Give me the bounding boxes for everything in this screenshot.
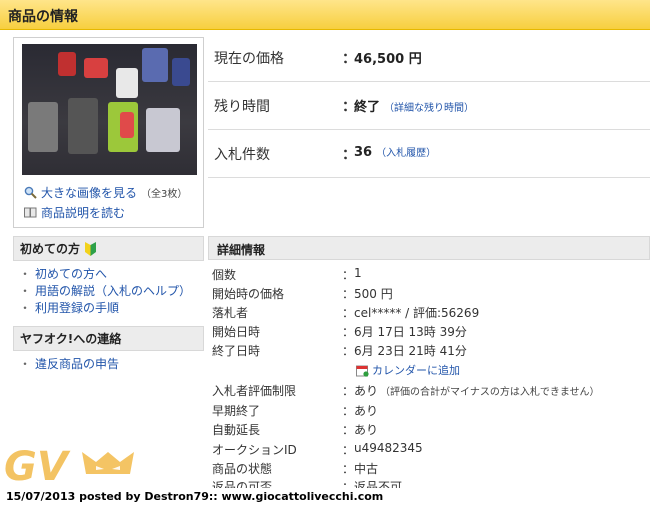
sidebar-item-label: 利用登録の手順 [35, 301, 120, 315]
current-price-row: 現在の価格 ： 46,500 円 [208, 34, 650, 82]
detail-row-start-time: 開始日時： 6月 17日 13時 39分 [212, 325, 467, 339]
detail-row-early-end: 早期終了：あり [212, 404, 379, 418]
detail-label: 開始日時 [212, 325, 261, 339]
detail-row-bidder-rating: 入札者評価制限：あり （評価の合計がマイナスの方は入札できません） [212, 384, 600, 398]
detail-row-returns: 返品の可否：返品不可 [212, 478, 650, 488]
book-icon [24, 207, 37, 218]
read-description-label: 商品説明を読む [41, 206, 126, 220]
section-header: 商品の情報 [0, 0, 650, 30]
calendar-icon [356, 365, 369, 377]
add-to-calendar-link[interactable]: カレンダーに追加 [356, 362, 460, 378]
time-left-label: 残り時間 [214, 99, 270, 115]
read-description-link[interactable]: 商品説明を読む [24, 204, 125, 221]
sidebar-item-beginners-guide[interactable]: ・初めての方へ [19, 265, 204, 282]
detail-value: あり [354, 384, 379, 398]
current-price-value: 46,500 円 [354, 52, 422, 67]
sidebar-item-label: 用語の解説（入札のヘルプ） [35, 284, 192, 298]
contact-title: ヤフオク!への連絡 [20, 332, 122, 346]
contact-section: ヤフオク!への連絡 ・違反商品の申告 [13, 326, 204, 372]
details-title: 詳細情報 [217, 243, 266, 257]
detail-value: 6月 17日 13時 39分 [354, 325, 467, 339]
watermark-text: GV [4, 444, 71, 490]
detail-row-auction-id: オークションID： u49482345 [212, 441, 423, 457]
detail-row-start-price: 開始時の価格： 500 円 [212, 287, 393, 301]
image-count: （全3枚） [141, 189, 188, 200]
detail-row-winner: 落札者： cel***** / 評価:56269 [212, 304, 480, 321]
beginners-title: 初めての方 [20, 242, 81, 256]
detail-label: 落札者 [212, 306, 249, 320]
detail-row-quantity: 個数： 1 [212, 266, 362, 282]
detail-value: u49482345 [354, 441, 423, 455]
item-photo[interactable] [22, 44, 197, 175]
time-left-value: 終了 [354, 100, 381, 115]
detail-row-condition: 商品の状態：中古 [212, 462, 379, 476]
detail-label: 入札者評価制限 [212, 384, 297, 398]
bid-count-value: 36 [354, 145, 373, 160]
bid-count-label: 入札件数 [214, 147, 270, 163]
bid-history-link[interactable]: （入札履歴） [376, 148, 436, 159]
details-header: 詳細情報 [208, 236, 650, 260]
photo-box: 大きな画像を見る （全3枚） 商品説明を読む [13, 37, 204, 228]
detail-value: あり [354, 423, 379, 437]
detail-row-auto-extend: 自動延長：あり [212, 423, 379, 437]
detail-label: 商品の状態 [212, 462, 273, 476]
footer-credit: 15/07/2013 posted by Destron79:: www.gio… [6, 490, 384, 503]
detail-label: 終了日時 [212, 344, 261, 358]
detail-value: 返品不可 [354, 480, 403, 488]
detail-label: 自動延長 [212, 423, 261, 437]
detail-label: 個数 [212, 268, 237, 282]
current-price-label: 現在の価格 [214, 51, 284, 67]
sidebar-item-report-violation[interactable]: ・違反商品の申告 [19, 355, 204, 372]
detail-value: 1 [354, 266, 362, 280]
contact-header: ヤフオク!への連絡 [13, 326, 204, 351]
detail-value: 6月 23日 21時 41分 [354, 344, 467, 358]
sidebar-item-glossary[interactable]: ・用語の解説（入札のヘルプ） [19, 282, 204, 299]
sidebar-item-label: 違反商品の申告 [35, 357, 120, 371]
bid-count-row: 入札件数 ： 36 （入札履歴） [208, 130, 650, 178]
detail-label: 返品の可否 [212, 480, 273, 488]
sidebar-item-registration[interactable]: ・利用登録の手順 [19, 299, 204, 316]
detail-value[interactable]: cel***** / 評価:56269 [354, 304, 479, 321]
detailed-time-link[interactable]: （詳細な残り時間） [384, 103, 474, 114]
detail-note: （評価の合計がマイナスの方は入札できません） [380, 387, 600, 398]
detail-label: オークションID [212, 443, 297, 457]
detail-value: 中古 [354, 462, 379, 476]
time-left-row: 残り時間 ： 終了 （詳細な残り時間） [208, 82, 650, 130]
detail-value: 500 円 [354, 287, 393, 301]
magnifier-icon [24, 186, 37, 199]
page-title: 商品の情報 [8, 9, 78, 25]
beginner-mark-icon [85, 241, 97, 256]
sidebar-item-label: 初めての方へ [35, 267, 108, 281]
detail-value: あり [354, 404, 379, 418]
gv-watermark-logo: GV [4, 444, 134, 490]
detail-row-end-time: 終了日時： 6月 23日 21時 41分 [212, 344, 467, 358]
enlarge-image-label: 大きな画像を見る [41, 186, 138, 200]
detail-label: 開始時の価格 [212, 287, 285, 301]
add-to-calendar-label: カレンダーに追加 [372, 364, 460, 377]
beginners-section: 初めての方 ・初めての方へ ・用語の解説（入札のヘルプ） ・利用登録の手順 [13, 236, 204, 316]
beginners-header: 初めての方 [13, 236, 204, 261]
enlarge-image-link[interactable]: 大きな画像を見る （全3枚） [24, 184, 187, 201]
detail-label: 早期終了 [212, 404, 261, 418]
